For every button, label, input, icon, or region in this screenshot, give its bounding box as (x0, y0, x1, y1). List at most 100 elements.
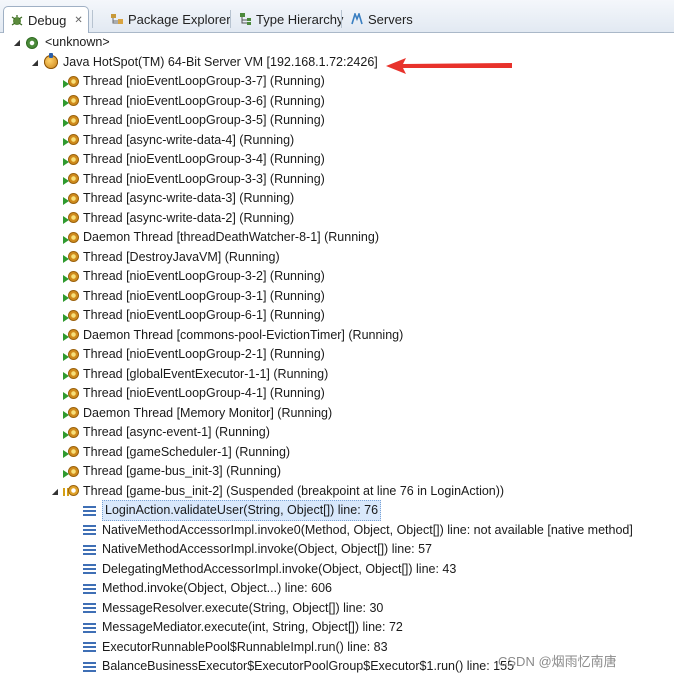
tree-node-stack-frame[interactable]: LoginAction.validateUser(String, Object[… (82, 500, 382, 521)
suspended-thread-icon (63, 484, 79, 498)
tree-node-label: Daemon Thread [commons-pool-EvictionTime… (83, 327, 404, 342)
stack-frame-icon (82, 543, 98, 557)
tree-node-label: MessageResolver.execute(String, Object[]… (102, 600, 384, 615)
tab-package-explorer[interactable]: Package Explorer (104, 6, 237, 32)
tree-node-label: Thread [nioEventLoopGroup-3-3] (Running) (83, 171, 325, 186)
collapse-icon[interactable]: ◢ (50, 487, 60, 496)
running-thread-icon (63, 309, 79, 323)
tree-node-label: Thread [nioEventLoopGroup-3-1] (Running) (83, 288, 325, 303)
tree-node-label: NativeMethodAccessorImpl.invoke(Object, … (102, 542, 432, 556)
running-thread-icon (63, 192, 79, 206)
tree-node-stack-frame[interactable]: BalanceBusinessExecutor$ExecutorPoolGrou… (82, 657, 514, 676)
tree-node-thread[interactable]: Thread [nioEventLoopGroup-4-1] (Running) (63, 384, 325, 403)
stack-frame-icon (82, 523, 98, 537)
tree-node-vm[interactable]: ◢ Java HotSpot(TM) 64-Bit Server VM [192… (30, 53, 378, 72)
stack-frame-icon (82, 601, 98, 615)
tree-node-stack-frame[interactable]: MessageResolver.execute(String, Object[]… (82, 599, 383, 618)
tree-node-label: Thread [game-bus_init-3] (Running) (83, 464, 282, 478)
tree-node-thread[interactable]: Daemon Thread [commons-pool-EvictionTime… (63, 326, 403, 345)
tree-node-stack-frame[interactable]: Method.invoke(Object, Object...) line: 6… (82, 579, 332, 598)
tab-debug-label: Debug (28, 12, 67, 28)
tree-node-thread[interactable]: Thread [nioEventLoopGroup-3-7] (Running) (63, 72, 325, 91)
tree-node-label: MessageMediator.execute(int, String, Obj… (102, 620, 403, 634)
tree-node-label: LoginAction.validateUser(String, Object[… (102, 500, 382, 521)
tree-node-label: NativeMethodAccessorImpl.invoke0(Method,… (102, 522, 633, 537)
tree-node-thread[interactable]: Thread [async-event-1] (Running) (63, 423, 270, 442)
tree-node-thread[interactable]: Thread [nioEventLoopGroup-3-6] (Running) (63, 92, 325, 111)
tree-node-label: Thread [nioEventLoopGroup-3-7] (Running) (83, 74, 325, 88)
tree-node-label: Method.invoke(Object, Object...) line: 6… (102, 581, 332, 595)
tree-node-stack-frame[interactable]: DelegatingMethodAccessorImpl.invoke(Obje… (82, 560, 456, 579)
tab-debug[interactable]: Debug ✕ (3, 6, 89, 33)
tree-node-thread[interactable]: Thread [nioEventLoopGroup-2-1] (Running) (63, 345, 325, 364)
stack-frame-icon (82, 582, 98, 596)
tree-node-label: Thread [async-write-data-4] (Running) (83, 132, 295, 147)
running-thread-icon (63, 426, 79, 440)
running-thread-icon (63, 172, 79, 186)
tree-node-label: Thread [async-write-data-2] (Running) (83, 210, 295, 225)
tree-node-thread[interactable]: Thread [nioEventLoopGroup-3-2] (Running) (63, 267, 325, 286)
debug-icon (10, 14, 24, 26)
tree-node-suspended-thread[interactable]: ◢ Thread [game-bus_init-2] (Suspended (b… (50, 482, 504, 501)
tree-node-thread[interactable]: Thread [game-bus_init-3] (Running) (63, 462, 281, 481)
tree-node-stack-frame[interactable]: MessageMediator.execute(int, String, Obj… (82, 618, 403, 637)
tree-node-thread[interactable]: Thread [nioEventLoopGroup-3-4] (Running) (63, 150, 325, 169)
running-thread-icon (63, 328, 79, 342)
tree-node-thread[interactable]: Thread [DestroyJavaVM] (Running) (63, 248, 280, 267)
tree-node-label: Thread [nioEventLoopGroup-3-2] (Running) (83, 269, 325, 283)
tree-node-unknown[interactable]: ◢ <unknown> (12, 33, 110, 52)
servers-icon (350, 11, 364, 25)
close-icon[interactable]: ✕ (74, 15, 82, 26)
tree-node-label: ExecutorRunnablePool$RunnableImpl.run() … (102, 639, 388, 654)
tree-node-stack-frame[interactable]: ExecutorRunnablePool$RunnableImpl.run() … (82, 638, 388, 657)
tree-node-label: Thread [nioEventLoopGroup-3-4] (Running) (83, 152, 325, 166)
tree-node-label: Daemon Thread [threadDeathWatcher-8-1] (… (83, 230, 379, 244)
tree-node-label: Thread [async-write-data-3] (Running) (83, 191, 295, 205)
running-thread-icon (63, 114, 79, 128)
tree-node-thread[interactable]: Thread [nioEventLoopGroup-3-1] (Running) (63, 287, 325, 306)
stack-frame-icon (82, 562, 98, 576)
running-thread-icon (63, 270, 79, 284)
collapse-icon[interactable]: ◢ (12, 38, 22, 47)
running-thread-icon (63, 406, 79, 420)
tree-node-thread[interactable]: Thread [async-write-data-3] (Running) (63, 189, 294, 208)
tab-servers[interactable]: Servers (344, 6, 419, 32)
tree-node-label: Daemon Thread [Memory Monitor] (Running) (83, 405, 333, 420)
tree-node-label: Java HotSpot(TM) 64-Bit Server VM [192.1… (63, 54, 378, 69)
tree-node-label: Thread [nioEventLoopGroup-6-1] (Running) (83, 308, 325, 322)
tree-node-thread[interactable]: Thread [async-write-data-2] (Running) (63, 209, 294, 228)
stack-frame-icon (82, 640, 98, 654)
tab-package-explorer-label: Package Explorer (128, 11, 231, 27)
running-thread-icon (63, 387, 79, 401)
tab-servers-label: Servers (368, 11, 413, 27)
tree-node-thread[interactable]: Thread [nioEventLoopGroup-3-5] (Running) (63, 111, 325, 130)
watermark: CSDN @烟雨忆南唐 (498, 654, 617, 669)
stack-frame-icon (82, 660, 98, 674)
tree-node-label: Thread [nioEventLoopGroup-2-1] (Running) (83, 347, 325, 361)
debug-tree: ◢ <unknown> ◢ Java HotSpot(TM) 64-Bit Se… (0, 33, 674, 680)
tree-node-thread[interactable]: Daemon Thread [Memory Monitor] (Running) (63, 404, 332, 423)
tree-node-label: Thread [nioEventLoopGroup-3-5] (Running) (83, 113, 325, 127)
tree-node-stack-frame[interactable]: NativeMethodAccessorImpl.invoke(Object, … (82, 540, 432, 559)
running-thread-icon (63, 211, 79, 225)
running-thread-icon (63, 348, 79, 362)
tree-node-label: Thread [globalEventExecutor-1-1] (Runnin… (83, 366, 329, 381)
tree-node-label: DelegatingMethodAccessorImpl.invoke(Obje… (102, 561, 457, 576)
running-thread-icon (63, 231, 79, 245)
tree-node-thread[interactable]: Daemon Thread [threadDeathWatcher-8-1] (… (63, 228, 379, 247)
view-tab-bar: Debug ✕ Package Explorer Type Hierarchy … (0, 0, 674, 33)
tree-node-label: BalanceBusinessExecutor$ExecutorPoolGrou… (102, 659, 515, 673)
running-thread-icon (63, 250, 79, 264)
tree-node-thread[interactable]: Thread [gameScheduler-1] (Running) (63, 443, 290, 462)
java-vm-icon (43, 53, 59, 69)
tree-node-thread[interactable]: Thread [globalEventExecutor-1-1] (Runnin… (63, 365, 328, 384)
type-hierarchy-icon (238, 13, 252, 25)
collapse-icon[interactable]: ◢ (30, 58, 40, 67)
tree-node-thread[interactable]: Thread [async-write-data-4] (Running) (63, 131, 294, 150)
tree-node-thread[interactable]: Thread [nioEventLoopGroup-3-3] (Running) (63, 170, 325, 189)
tab-type-hierarchy[interactable]: Type Hierarchy (232, 6, 349, 32)
tree-node-thread[interactable]: Thread [nioEventLoopGroup-6-1] (Running) (63, 306, 325, 325)
tree-node-label: <unknown> (45, 35, 110, 49)
tree-node-label: Thread [DestroyJavaVM] (Running) (83, 249, 280, 264)
tree-node-stack-frame[interactable]: NativeMethodAccessorImpl.invoke0(Method,… (82, 521, 633, 540)
